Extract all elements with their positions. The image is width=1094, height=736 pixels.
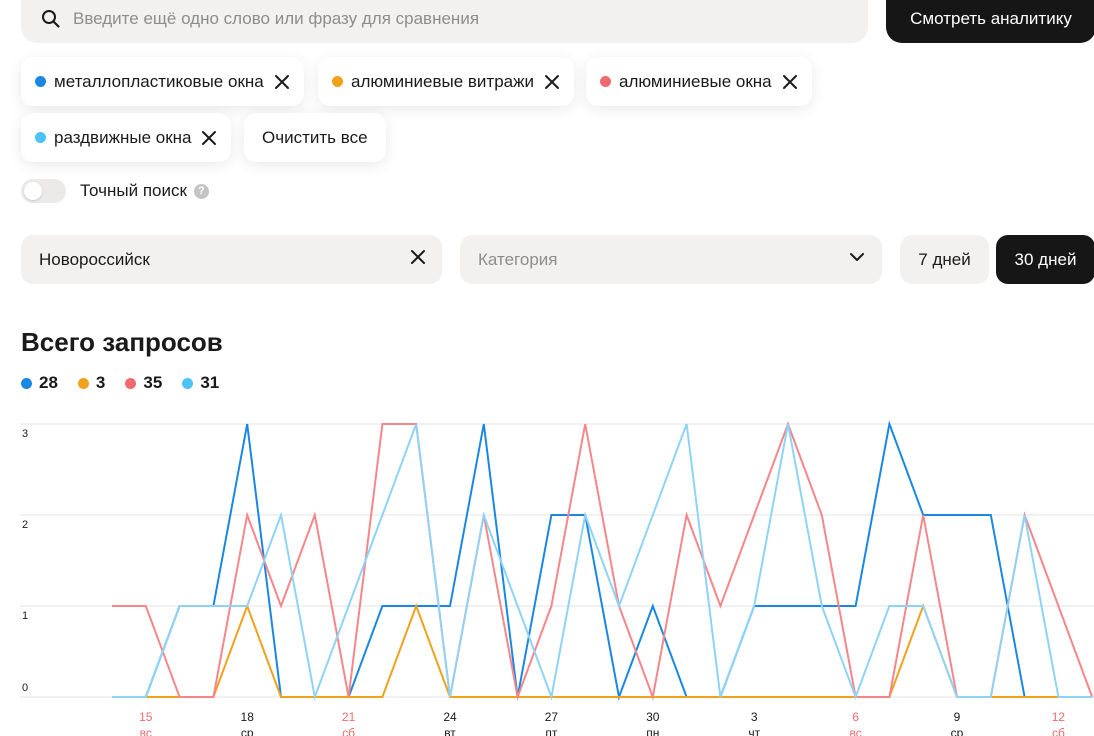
keyword-label: алюминиевые витражи <box>351 71 534 91</box>
help-icon[interactable]: ? <box>193 183 209 199</box>
x-tick-weekday: чт <box>748 726 760 736</box>
total-item: 28 <box>21 373 58 393</box>
series-line <box>112 423 1093 701</box>
period-30-days-button[interactable]: 30 дней <box>996 235 1094 284</box>
y-tick-label: 3 <box>22 428 28 440</box>
y-tick-label: 1 <box>22 610 28 622</box>
remove-keyword-icon[interactable] <box>782 74 798 90</box>
toggle-knob <box>24 182 42 200</box>
color-dot <box>600 76 611 87</box>
x-tick-label: 18 <box>241 710 255 724</box>
x-tick-label: 30 <box>646 710 660 724</box>
keyword-chip: металлопластиковые окна <box>21 57 304 106</box>
x-tick-weekday: пн <box>646 726 659 736</box>
keyword-label: алюминиевые окна <box>619 71 772 91</box>
period-7-days-button[interactable]: 7 дней <box>900 235 989 284</box>
total-value: 3 <box>95 373 106 392</box>
city-field[interactable]: Новороссийск <box>21 235 442 284</box>
series-line <box>112 603 1093 698</box>
search-icon <box>42 9 60 28</box>
keyword-chip: алюминиевые витражи <box>318 57 574 106</box>
x-tick-weekday: вс <box>140 726 152 736</box>
x-tick-weekday: ср <box>241 726 254 736</box>
x-tick-label: 15 <box>139 710 153 724</box>
x-tick-weekday: вс <box>849 726 861 736</box>
total-item: 31 <box>182 373 219 393</box>
keyword-chip: алюминиевые окна <box>586 57 812 106</box>
color-dot <box>77 377 89 389</box>
clear-all-button[interactable]: Очистить все <box>244 113 386 162</box>
remove-keyword-icon[interactable] <box>274 74 290 90</box>
keyword-label: раздвижные окна <box>54 127 192 147</box>
requests-line-chart: 012315вс18ср21сб24вт27пт30пн3чт6вс9ср12с… <box>20 420 1094 736</box>
color-dot <box>125 377 137 389</box>
x-tick-label: 3 <box>751 710 758 724</box>
x-tick-weekday: ср <box>951 726 964 736</box>
x-tick-label: 24 <box>443 710 457 724</box>
exact-search-row: Точный поиск ? <box>21 179 209 203</box>
x-tick-label: 12 <box>1052 710 1066 724</box>
color-dot <box>332 76 343 87</box>
x-tick-weekday: сб <box>342 726 355 736</box>
chart-title: Всего запросов <box>21 327 223 357</box>
x-tick-label: 6 <box>852 710 859 724</box>
color-dot <box>35 132 46 143</box>
y-tick-label: 2 <box>22 519 28 531</box>
keyword-label: металлопластиковые окна <box>54 71 264 91</box>
series-totals: 28 3 35 31 <box>21 373 239 393</box>
x-tick-weekday: вт <box>444 726 456 736</box>
exact-search-toggle[interactable] <box>21 179 66 203</box>
total-item: 35 <box>125 373 162 393</box>
search-input[interactable] <box>73 8 848 29</box>
total-item: 3 <box>77 373 106 393</box>
total-value: 35 <box>143 373 163 392</box>
keyword-chip: раздвижные окна <box>21 113 232 162</box>
color-dot <box>21 377 32 389</box>
category-select[interactable]: Категория <box>460 235 882 284</box>
city-value: Новороссийск <box>39 249 150 269</box>
remove-keyword-icon[interactable] <box>544 74 560 90</box>
total-value: 31 <box>200 373 220 392</box>
x-tick-label: 27 <box>545 710 559 724</box>
clear-city-icon[interactable] <box>410 249 426 270</box>
search-bar[interactable] <box>21 0 868 43</box>
x-tick-label: 21 <box>342 710 356 724</box>
chevron-down-icon <box>848 248 866 271</box>
x-tick-label: 9 <box>954 710 961 724</box>
total-value: 28 <box>39 373 58 392</box>
color-dot <box>182 377 194 389</box>
view-analytics-button[interactable]: Смотреть аналитику <box>886 0 1094 43</box>
remove-keyword-icon[interactable] <box>201 130 217 146</box>
x-tick-weekday: сб <box>1052 726 1065 736</box>
y-tick-label: 0 <box>22 682 28 694</box>
exact-search-label: Точный поиск <box>80 181 187 200</box>
color-dot <box>35 76 46 87</box>
x-tick-weekday: пт <box>545 726 557 736</box>
category-placeholder: Категория <box>478 249 558 269</box>
